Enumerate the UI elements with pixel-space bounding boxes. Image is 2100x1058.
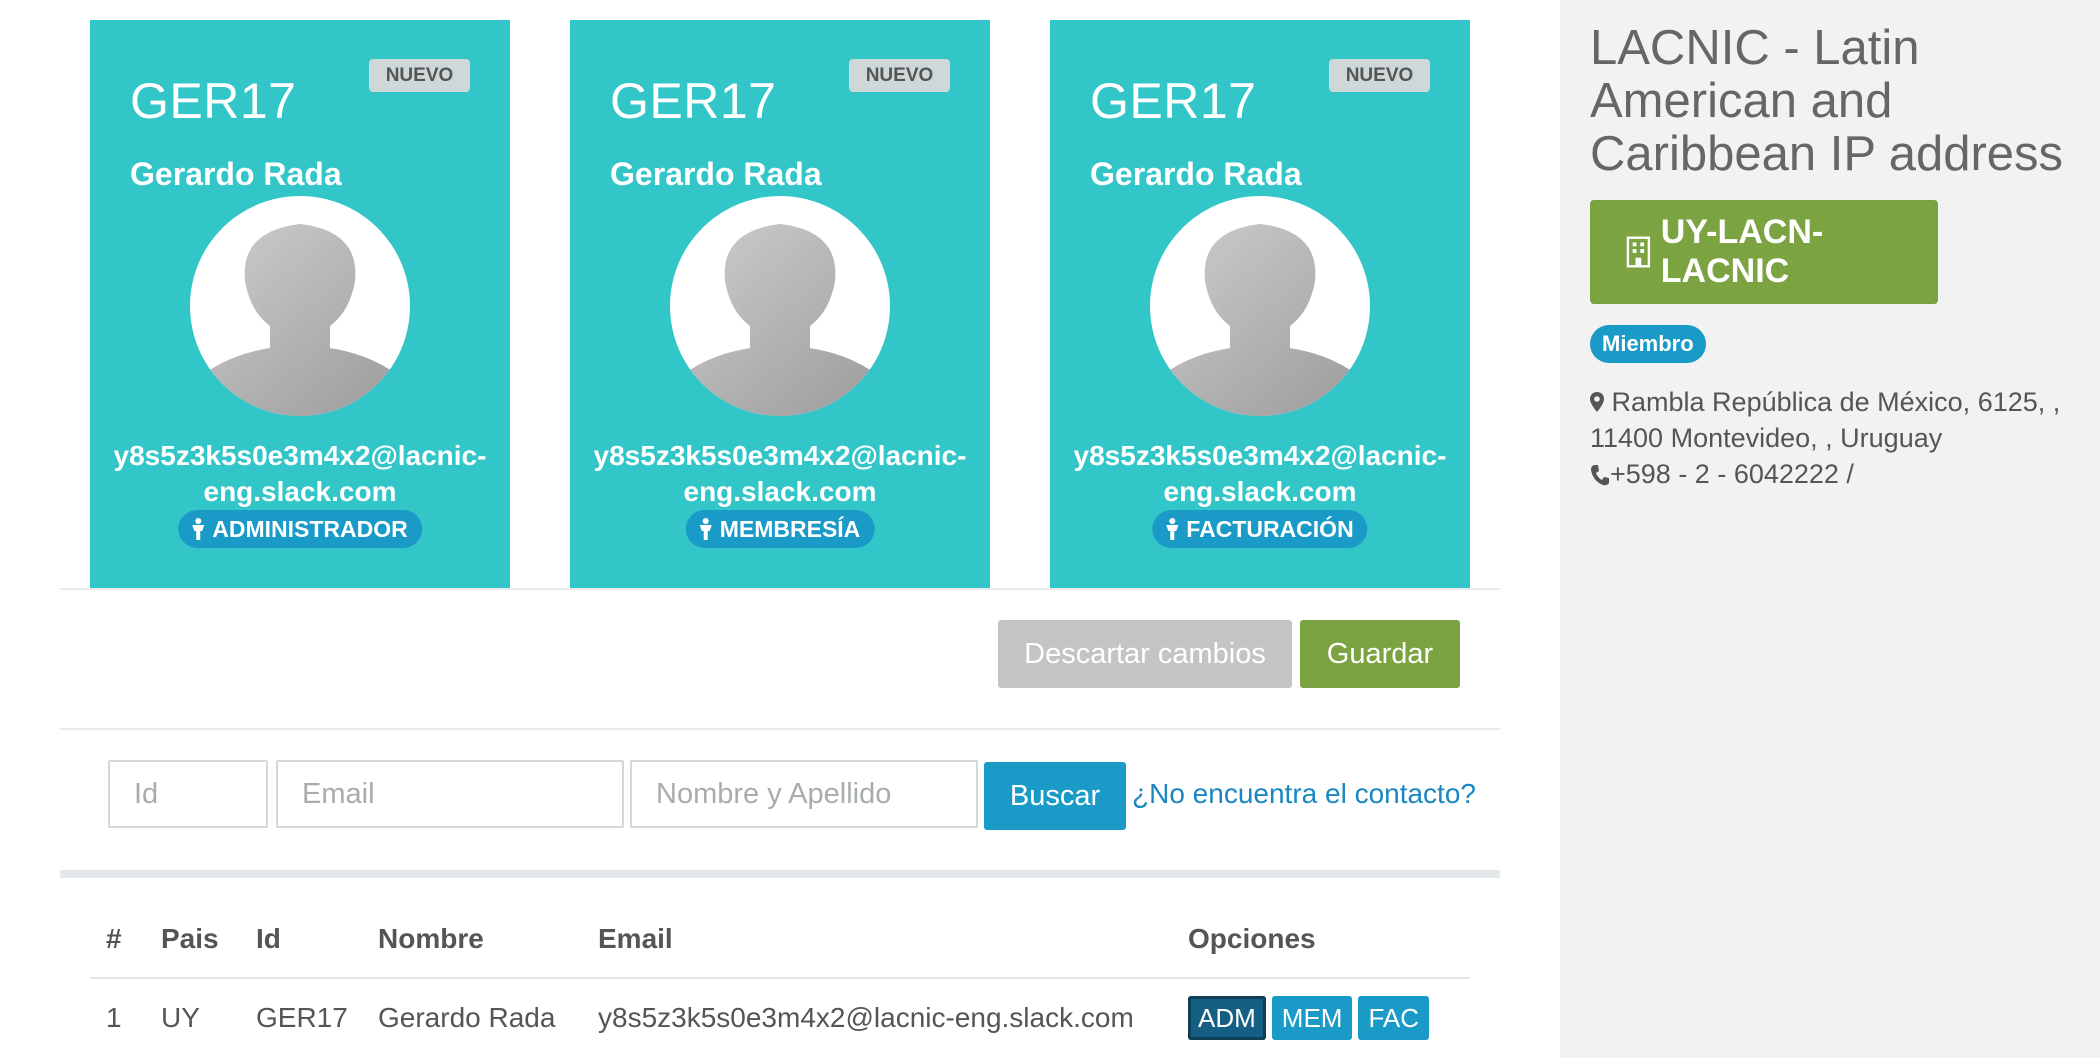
role-badge-billing: FACTURACIÓN (1152, 510, 1368, 548)
organization-handle: UY-LACN-LACNIC (1660, 213, 1824, 290)
contact-email: y8s5z3k5s0e3m4x2@lacnic-eng.slack.com (1073, 440, 1447, 507)
contact-name: Gerardo Rada (1090, 156, 1302, 192)
contact-name: Gerardo Rada (610, 156, 822, 192)
role-label: ADMINISTRADOR (212, 516, 408, 542)
cell-name: Gerardo Rada (378, 1001, 556, 1033)
building-icon (1626, 236, 1651, 268)
role-badge-admin: ADMINISTRADOR (178, 510, 422, 548)
map-marker-icon (1590, 392, 1604, 412)
column-header-country: Pais (145, 900, 240, 979)
cell-options: ADM MEM FAC (1172, 978, 1470, 1056)
contact-name: Gerardo Rada (130, 156, 342, 192)
cell-id: GER17 (256, 1001, 348, 1033)
avatar-placeholder-icon (670, 224, 890, 416)
contact-card-admin: NUEVO GER17 Gerardo Rada y8s5z3k5s0e3m4x… (90, 20, 510, 588)
contact-email: y8s5z3k5s0e3m4x2@lacnic-eng.slack.com (593, 440, 967, 507)
avatar (670, 196, 890, 416)
column-header-email: Email (582, 900, 1172, 979)
search-button[interactable]: Buscar (984, 762, 1126, 830)
contact-card-membership: NUEVO GER17 Gerardo Rada y8s5z3k5s0e3m4x… (570, 20, 990, 588)
avatar (1150, 196, 1370, 416)
section-divider (60, 870, 1500, 878)
avatar (190, 196, 410, 416)
divider (60, 588, 1500, 590)
phone-line: +598 - 2 - 6042222 / (1590, 456, 2090, 492)
email-search-input[interactable] (276, 760, 624, 828)
column-header-options: Opciones (1172, 900, 1470, 979)
contact-email: y8s5z3k5s0e3m4x2@lacnic-eng.slack.com (113, 440, 487, 507)
save-button[interactable]: Guardar (1300, 620, 1460, 688)
name-search-input[interactable] (630, 760, 978, 828)
member-badge: Miembro (1590, 325, 1706, 363)
cell-country: UY (161, 1001, 200, 1033)
table-header-row: # Pais Id Nombre Email Opciones (90, 900, 1470, 979)
organization-sidebar: LACNIC - Latin American and Caribbean IP… (1560, 0, 2100, 1058)
id-search-input[interactable] (108, 760, 268, 828)
phone-icon (1591, 465, 1609, 486)
new-badge: NUEVO (1329, 59, 1430, 92)
avatar-placeholder-icon (1150, 224, 1370, 416)
table-row: 1 UY GER17 Gerardo Rada y8s5z3k5s0e3m4x2… (90, 978, 1470, 1056)
role-label: FACTURACIÓN (1186, 516, 1354, 542)
contact-id: GER17 (610, 73, 777, 129)
phone-text: +598 - 2 - 6042222 / (1610, 459, 1854, 489)
address-line: Rambla República de México, 6125, , 1140… (1590, 384, 2090, 456)
new-badge: NUEVO (849, 59, 950, 92)
contact-id: GER17 (130, 73, 297, 129)
person-icon (192, 518, 205, 540)
cell-email: y8s5z3k5s0e3m4x2@lacnic-eng.slack.com (598, 1001, 1134, 1033)
contact-card-billing: NUEVO GER17 Gerardo Rada y8s5z3k5s0e3m4x… (1050, 20, 1470, 588)
main-panel: NUEVO GER17 Gerardo Rada y8s5z3k5s0e3m4x… (0, 0, 1560, 1058)
organization-handle-banner[interactable]: UY-LACN-LACNIC (1590, 200, 1938, 304)
contact-info: Rambla República de México, 6125, , 1140… (1590, 384, 2090, 492)
mem-toggle-button[interactable]: MEM (1271, 995, 1353, 1040)
contacts-table: # Pais Id Nombre Email Opciones 1 UY GER… (90, 900, 1470, 1056)
role-label: MEMBRESÍA (719, 516, 861, 542)
cell-number: 1 (106, 1001, 122, 1033)
contact-not-found-link[interactable]: ¿No encuentra el contacto? (1132, 778, 1476, 810)
discard-changes-button[interactable]: Descartar cambios (998, 620, 1292, 688)
contact-id: GER17 (1090, 73, 1257, 129)
new-badge: NUEVO (369, 59, 470, 92)
column-header-number: # (90, 900, 145, 979)
adm-toggle-button[interactable]: ADM (1188, 995, 1266, 1040)
fac-toggle-button[interactable]: FAC (1358, 995, 1430, 1040)
avatar-placeholder-icon (190, 224, 410, 416)
role-badge-membership: MEMBRESÍA (685, 510, 875, 548)
column-header-id: Id (240, 900, 362, 979)
person-icon (699, 518, 712, 540)
address-text: Rambla República de México, 6125, , 1140… (1590, 387, 2061, 453)
column-header-name: Nombre (362, 900, 582, 979)
person-icon (1166, 518, 1179, 540)
divider (60, 728, 1500, 730)
organization-name: LACNIC - Latin American and Caribbean IP… (1590, 21, 2064, 181)
